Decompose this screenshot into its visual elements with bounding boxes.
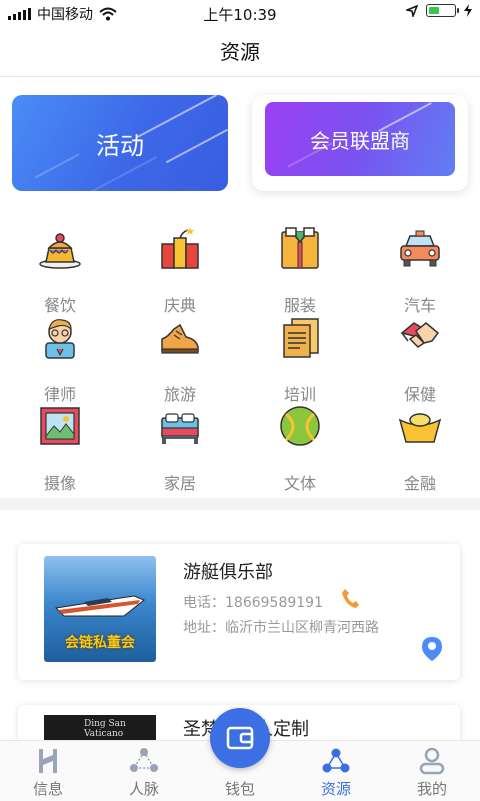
bed-icon (161, 413, 199, 444)
shirt-icon (281, 227, 319, 269)
category-sports[interactable]: 文体 (240, 404, 360, 493)
wallet-icon (226, 726, 254, 750)
category-label: 文体 (283, 474, 316, 493)
tab-network[interactable]: 人脉 (96, 741, 192, 801)
shoe-icon (161, 323, 199, 354)
category-lawyer[interactable]: 律师 (0, 315, 120, 404)
category-photography[interactable]: 摄像 (0, 404, 120, 493)
listing-title: 游艇俱乐部 (183, 562, 273, 583)
phone-icon[interactable] (340, 587, 360, 609)
listing-card[interactable]: 会链私董会 游艇俱乐部 电话：18669589191 地址：临沂市兰山区柳青河西… (18, 544, 460, 680)
category-label: 庆典 (163, 296, 196, 315)
category-training[interactable]: 培训 (240, 315, 360, 404)
status-right (406, 4, 472, 17)
category-finance[interactable]: 金融 (360, 404, 480, 493)
handshake-icon (400, 322, 440, 348)
info-logo-icon (39, 749, 57, 773)
network-icon (130, 748, 158, 772)
yacht-icon (54, 595, 145, 617)
documents-icon (283, 318, 319, 358)
listing-thumbnail: 会链私董会 (44, 556, 156, 662)
category-label: 培训 (283, 385, 316, 404)
tab-info[interactable]: 信息 (0, 741, 96, 801)
location-arrow-icon (406, 4, 418, 17)
listing-address: 地址：临沂市兰山区柳青河西路 (183, 620, 379, 636)
listing-phone: 电话：18669589191 (183, 595, 323, 611)
page-title: 资源 (220, 40, 260, 64)
resources-icon (322, 748, 350, 773)
category-health[interactable]: 保健 (360, 315, 480, 404)
category-celebration[interactable]: 庆典 (120, 226, 240, 315)
car-icon (400, 230, 440, 267)
thumbnail-caption: 会链私董会 (65, 635, 135, 651)
battery-icon (426, 4, 459, 17)
category-label: 摄像 (43, 474, 76, 493)
tab-label: 我的 (416, 780, 447, 798)
tab-profile[interactable]: 我的 (384, 741, 480, 801)
wallet-button[interactable] (210, 708, 270, 768)
category-auto[interactable]: 汽车 (360, 226, 480, 315)
category-label: 汽车 (403, 296, 436, 315)
tab-resources[interactable]: 资源 (288, 741, 384, 801)
category-label: 保健 (403, 385, 436, 404)
tab-label: 资源 (320, 780, 351, 798)
category-label: 家居 (163, 474, 196, 493)
category-label: 金融 (403, 474, 436, 493)
category-catering[interactable]: 餐饮 (0, 226, 120, 315)
member-alliance-banner[interactable]: 会员联盟商 (265, 102, 455, 176)
category-travel[interactable]: 旅游 (120, 315, 240, 404)
ball-icon (280, 406, 320, 446)
location-pin-icon[interactable] (421, 636, 443, 662)
category-label: 律师 (43, 385, 76, 404)
tab-label: 钱包 (224, 780, 255, 798)
activity-banner[interactable]: 活动 (12, 95, 228, 191)
category-label: 服装 (283, 296, 316, 315)
tab-label: 人脉 (128, 780, 159, 798)
picture-icon (40, 407, 80, 445)
category-clothing[interactable]: 服装 (240, 226, 360, 315)
section-divider (0, 498, 480, 510)
status-bar: 中国移动 上午10:39 (0, 0, 480, 26)
profile-icon (419, 747, 445, 775)
gold-ingot-icon (398, 413, 442, 443)
tab-label: 信息 (32, 780, 63, 798)
cake-icon (39, 233, 81, 269)
firecracker-icon (161, 227, 199, 269)
activity-banner-label: 活动 (96, 131, 144, 160)
lawyer-icon (45, 319, 75, 359)
nav-divider (0, 76, 480, 77)
member-banner-label: 会员联盟商 (310, 128, 410, 153)
charging-icon (464, 4, 472, 17)
category-home[interactable]: 家居 (120, 404, 240, 493)
category-label: 旅游 (163, 385, 196, 404)
category-label: 餐饮 (43, 296, 76, 315)
thumbnail-text: Ding San Vaticano (84, 719, 126, 739)
